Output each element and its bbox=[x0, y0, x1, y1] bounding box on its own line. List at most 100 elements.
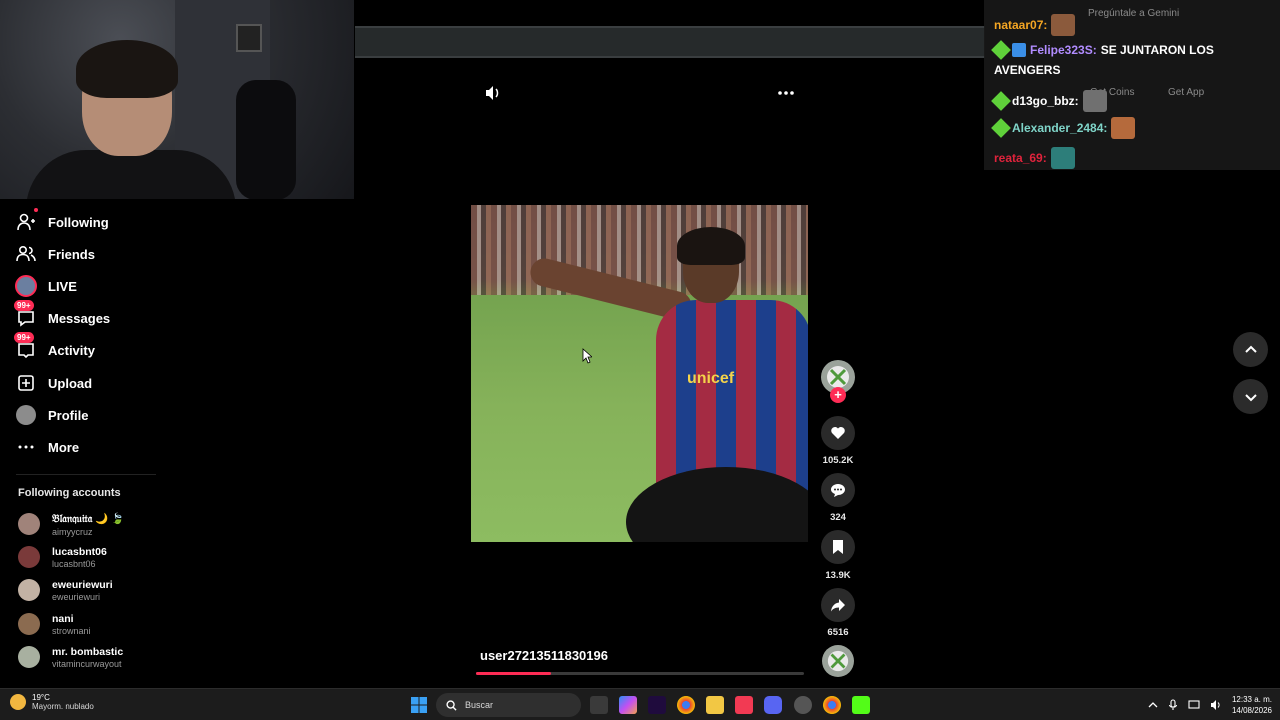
previous-video-button[interactable] bbox=[1233, 332, 1268, 367]
like-button[interactable] bbox=[821, 416, 855, 450]
following-account[interactable]: mr. bombastic vitamincurwayout bbox=[18, 642, 123, 672]
clock-time: 12:33 a. m. bbox=[1231, 695, 1272, 704]
share-arrow-icon bbox=[831, 599, 845, 612]
video-progress-fill bbox=[476, 672, 552, 675]
mouse-cursor-icon bbox=[582, 348, 592, 364]
account-name: nani bbox=[52, 612, 74, 625]
nav-label: LIVE bbox=[48, 278, 77, 294]
browser-top-bar bbox=[355, 26, 985, 58]
nav-friends[interactable]: Friends bbox=[14, 239, 95, 269]
nav-live[interactable]: LIVE bbox=[14, 271, 77, 301]
network-icon[interactable] bbox=[1188, 699, 1200, 711]
share-count: 6516 bbox=[827, 627, 849, 638]
chevron-up-icon[interactable] bbox=[1148, 700, 1158, 710]
chat-text: AVENGERS bbox=[994, 63, 1061, 77]
music-app-icon[interactable] bbox=[735, 696, 753, 714]
steam-icon[interactable] bbox=[794, 696, 812, 714]
volume-tray-icon[interactable] bbox=[1210, 699, 1222, 711]
chat-message: Alexander_2484: bbox=[991, 117, 1136, 139]
comment-icon bbox=[831, 484, 845, 497]
chat-username: reata_69: bbox=[994, 151, 1047, 165]
clock-date: 14/08/2026 bbox=[1231, 706, 1272, 715]
next-video-button[interactable] bbox=[1233, 379, 1268, 414]
chat-username: Alexander_2484: bbox=[1012, 121, 1108, 135]
notification-dot bbox=[34, 208, 38, 212]
chevron-up-icon bbox=[1244, 345, 1257, 353]
account-name: eweuriewuri bbox=[52, 578, 113, 591]
upload-icon bbox=[14, 371, 38, 395]
diamond-badge-icon bbox=[991, 91, 1011, 111]
search-icon bbox=[446, 699, 457, 711]
account-avatar bbox=[18, 579, 40, 601]
task-view-icon[interactable] bbox=[590, 696, 608, 714]
file-explorer-icon[interactable] bbox=[706, 696, 724, 714]
weather-icon bbox=[10, 694, 26, 710]
screen: Following Friends LIVE 99+ Messages 99+ … bbox=[0, 0, 1280, 720]
nav-upload[interactable]: Upload bbox=[14, 368, 92, 398]
nav-label: More bbox=[48, 439, 80, 455]
chat-username: d13go_bbz: bbox=[1012, 94, 1079, 108]
kick-icon[interactable] bbox=[852, 696, 870, 714]
following-account[interactable]: eweuriewuri eweuriewuri bbox=[18, 575, 113, 605]
chat-username: nataar07: bbox=[994, 18, 1048, 32]
message-icon: 99+ bbox=[14, 300, 38, 330]
following-account[interactable]: nani strownani bbox=[18, 609, 91, 639]
microphone-icon[interactable] bbox=[1168, 699, 1178, 711]
account-avatar bbox=[18, 546, 40, 568]
account-username: eweuriewuri bbox=[52, 591, 101, 602]
account-username: aimyycruz bbox=[52, 526, 93, 537]
music-disc[interactable] bbox=[822, 645, 854, 677]
copilot-icon[interactable] bbox=[619, 696, 637, 714]
video-player-hair bbox=[677, 227, 745, 265]
video-player[interactable]: unicef bbox=[471, 205, 808, 542]
account-name: 𝔅𝔩𝔞𝔫𝔮𝔲𝔦𝔱𝔞 🌙 🍃 bbox=[52, 512, 125, 525]
account-name: lucasbnt06 bbox=[52, 545, 107, 558]
weather-widget[interactable]: 19°C Mayorm. nublado bbox=[10, 693, 94, 711]
windows-start-icon[interactable] bbox=[410, 696, 428, 714]
chat-message: d13go_bbz: bbox=[991, 90, 1107, 112]
nav-label: Activity bbox=[48, 342, 95, 358]
clock[interactable]: 12:33 a. m. 14/08/2026 bbox=[1232, 694, 1272, 716]
speaker-icon bbox=[486, 86, 499, 100]
nav-profile[interactable]: Profile bbox=[14, 400, 88, 430]
gemini-ghost-text: Pregúntale a Gemini bbox=[1088, 8, 1180, 19]
chat-message: reata_69: bbox=[994, 147, 1075, 169]
nav-label: Upload bbox=[48, 375, 93, 391]
video-author[interactable]: user27213511830196 bbox=[480, 648, 608, 663]
xbox-logo-icon bbox=[827, 650, 849, 672]
chrome-active-icon[interactable] bbox=[823, 696, 841, 714]
nav-activity[interactable]: 99+ Activity bbox=[14, 332, 95, 365]
following-account[interactable]: lucasbnt06 lucasbnt06 bbox=[18, 542, 107, 572]
nav-following[interactable]: Following bbox=[14, 207, 109, 237]
like-count: 105.2K bbox=[822, 455, 854, 466]
follow-button[interactable]: + bbox=[830, 387, 846, 403]
share-button[interactable] bbox=[821, 588, 855, 622]
comment-count: 324 bbox=[830, 512, 846, 523]
emote-icon bbox=[1051, 14, 1076, 36]
nav-more[interactable]: More bbox=[14, 432, 79, 462]
jersey-sponsor: unicef bbox=[687, 370, 735, 387]
messages-badge: 99+ bbox=[14, 300, 34, 311]
nav-messages[interactable]: 99+ Messages bbox=[14, 300, 110, 333]
chrome-icon[interactable] bbox=[677, 696, 695, 714]
webcam-chair bbox=[236, 80, 296, 199]
webcam-picture-frame bbox=[236, 24, 262, 52]
following-account[interactable]: 𝔅𝔩𝔞𝔫𝔮𝔲𝔦𝔱𝔞 🌙 🍃 aimyycruz bbox=[18, 509, 124, 539]
taskbar-search[interactable]: Buscar bbox=[436, 693, 581, 717]
save-button[interactable] bbox=[821, 530, 855, 564]
comment-button[interactable] bbox=[821, 473, 855, 507]
more-options-button[interactable] bbox=[775, 83, 797, 103]
account-avatar bbox=[18, 513, 40, 535]
profile-avatar-icon bbox=[14, 403, 38, 427]
account-username: vitamincurwayout bbox=[52, 658, 122, 669]
streamer-hair bbox=[76, 40, 178, 98]
chat-message: nataar07: bbox=[994, 14, 1076, 36]
volume-button[interactable] bbox=[484, 84, 504, 104]
activity-badge: 99+ bbox=[14, 332, 34, 343]
diamond-badge-icon bbox=[991, 40, 1011, 60]
video-progress-bar[interactable] bbox=[476, 672, 804, 675]
cube-badge-icon bbox=[1012, 43, 1026, 57]
windows-taskbar: 19°C Mayorm. nublado Buscar 12:33 a. m. bbox=[0, 688, 1280, 720]
premiere-icon[interactable] bbox=[648, 696, 666, 714]
discord-icon[interactable] bbox=[764, 696, 782, 714]
